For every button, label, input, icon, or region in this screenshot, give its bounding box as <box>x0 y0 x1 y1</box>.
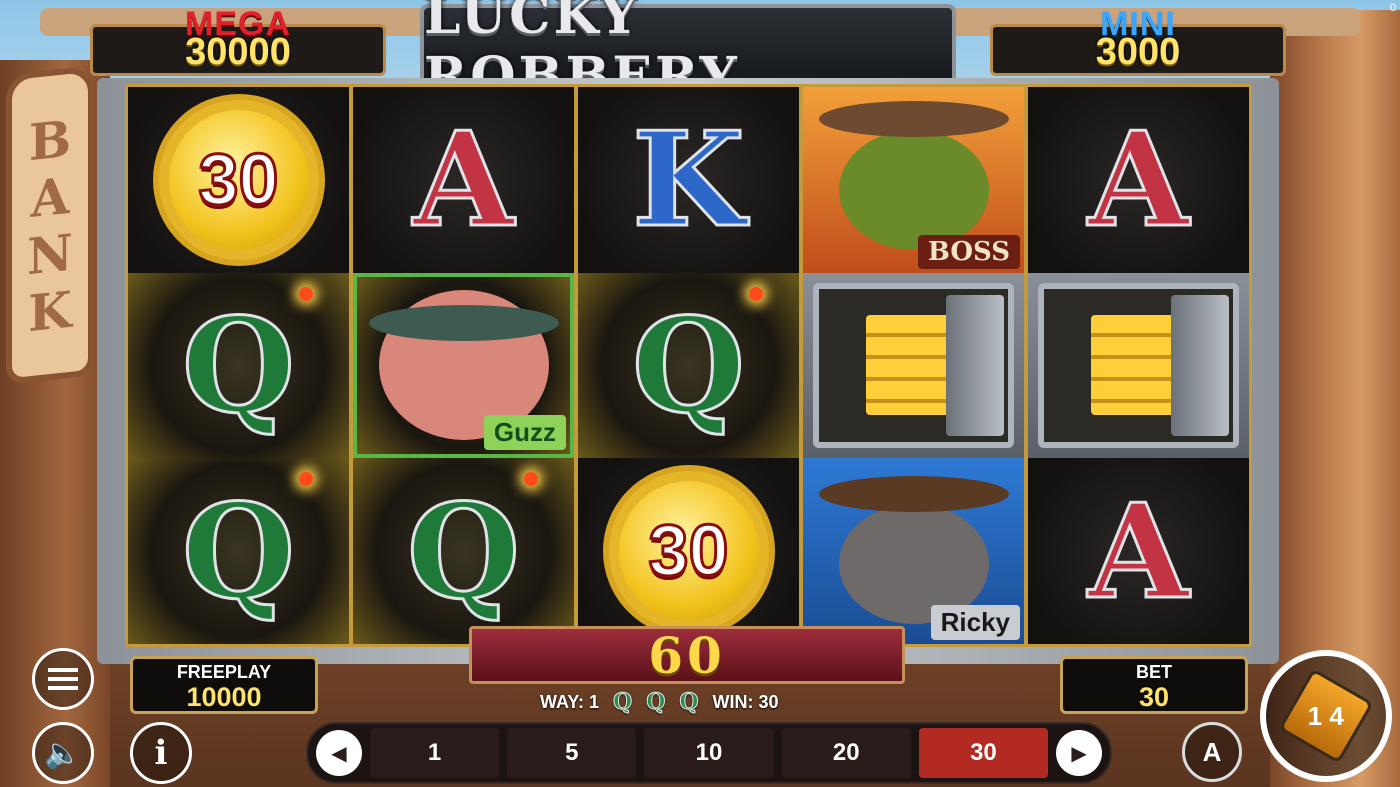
mini-jackpot: MINI 3000 <box>990 5 1286 76</box>
bet-next-button[interactable]: ▶ <box>1056 730 1103 776</box>
freeplay-label: FREEPLAY <box>176 662 272 682</box>
coin-icon: 30 <box>602 465 775 638</box>
bet-selector: ◀ 1 5 10 20 30 ▶ <box>306 722 1112 784</box>
symbol-letter: A <box>412 102 516 258</box>
coin-value: 30 <box>197 138 280 221</box>
win-symbol-q-icon: Q <box>646 689 666 716</box>
win-symbol-q-icon: Q <box>679 689 699 716</box>
symbol-q: Q <box>128 272 349 459</box>
bet-option[interactable]: 1 <box>370 728 500 778</box>
freeplay-balance: FREEPLAY 10000 <box>130 656 318 714</box>
character-face-icon <box>838 129 989 250</box>
info-icon: i <box>154 733 168 773</box>
vault-door-icon <box>946 294 1004 437</box>
mini-jackpot-value: 3000 <box>1095 31 1181 73</box>
spin-button[interactable]: 1 4 <box>1260 650 1392 782</box>
cowboy-hat-icon <box>818 476 1009 513</box>
bomb-fuse-icon <box>749 286 763 301</box>
corner-counter: 0 <box>1389 2 1396 14</box>
symbol-q: Q <box>353 458 574 644</box>
hamburger-menu-icon <box>48 668 78 690</box>
character-symbol-ricky: Ricky <box>803 458 1024 644</box>
cowboy-hat-icon <box>818 101 1009 137</box>
bet-option[interactable]: 30 <box>918 728 1049 778</box>
symbol-letter: A <box>1087 473 1191 629</box>
vault-symbol <box>803 272 1024 459</box>
symbol-q: Q <box>578 272 799 459</box>
symbol-k: K <box>578 87 799 273</box>
character-name: Guzz <box>483 415 566 451</box>
symbol-q: Q <box>128 458 349 644</box>
symbol-a: A <box>1028 458 1249 644</box>
info-button[interactable]: i <box>130 722 192 784</box>
coin-value: 30 <box>647 510 730 593</box>
cowboy-hat-icon <box>368 304 559 341</box>
bomb-fuse-icon <box>299 472 313 487</box>
character-portrait: Guzz <box>357 277 570 455</box>
spin-dice-label: 1 4 <box>1307 700 1345 731</box>
bet-option[interactable]: 20 <box>781 728 911 778</box>
symbol-letter: Q <box>405 473 521 629</box>
character-symbol-boss: BOSS <box>803 87 1024 273</box>
freeplay-value: 10000 <box>186 682 262 712</box>
character-name: Ricky <box>930 605 1020 640</box>
reel-grid: 30 Q Q A Guzz Q K Q 30 BOSS Ricky A A <box>125 84 1252 647</box>
way-label: WAY: 1 <box>540 691 600 712</box>
bet-display: BET 30 <box>1060 656 1248 714</box>
coin-icon: 30 <box>152 93 325 266</box>
win-label: WIN: 30 <box>712 691 779 712</box>
bet-option[interactable]: 5 <box>507 728 637 778</box>
symbol-a: A <box>353 87 574 273</box>
reel-column: BOSS Ricky <box>803 87 1024 644</box>
vault-door-icon <box>1171 294 1229 437</box>
win-symbol-q-icon: Q <box>613 689 633 716</box>
autoplay-icon: A <box>1202 736 1222 767</box>
symbol-letter: Q <box>180 287 296 443</box>
symbol-letter: Q <box>630 287 746 443</box>
bank-sign-text: BANK <box>20 107 80 343</box>
symbol-letter: K <box>631 102 747 258</box>
character-portrait: BOSS <box>803 87 1024 273</box>
autoplay-button[interactable]: A <box>1182 722 1242 782</box>
chevron-right-icon: ▶ <box>1071 742 1087 765</box>
coin-symbol: 30 <box>578 458 799 644</box>
vault-symbol <box>1028 272 1249 459</box>
win-line-info: WAY: 1 Q Q Q WIN: 30 <box>540 689 880 716</box>
speaker-icon: 🔈 <box>44 736 82 770</box>
win-amount: 60 <box>648 625 726 685</box>
spin-dice-icon: 1 4 <box>1278 668 1374 764</box>
bet-prev-button[interactable]: ◀ <box>316 730 362 776</box>
symbol-letter: A <box>1087 102 1191 258</box>
bet-label: BET <box>1136 662 1172 682</box>
symbol-letter: Q <box>180 473 296 629</box>
game-logo: LUCKY ROBBERY <box>420 0 956 107</box>
vault-icon <box>1038 282 1239 449</box>
reel-column: 30 Q Q <box>128 87 349 644</box>
bank-sign: BANK <box>6 65 94 385</box>
sound-button[interactable]: 🔈 <box>32 722 94 784</box>
menu-button[interactable] <box>32 648 94 710</box>
reel-column: K Q 30 <box>578 87 799 644</box>
coin-symbol: 30 <box>128 87 349 273</box>
reel-column: AA <box>1028 87 1249 644</box>
mega-jackpot: MEGA 30000 <box>90 5 386 76</box>
reel-column: A Guzz Q <box>353 87 574 644</box>
character-portrait: Ricky <box>803 458 1024 644</box>
character-name: BOSS <box>917 234 1020 269</box>
character-symbol-guzz: Guzz <box>353 272 574 459</box>
bomb-fuse-icon <box>299 286 313 301</box>
mega-jackpot-value: 30000 <box>185 31 291 73</box>
symbol-a: A <box>1028 87 1249 273</box>
vault-icon <box>813 282 1014 449</box>
chevron-left-icon: ◀ <box>331 742 347 765</box>
win-amount-banner: 60 <box>469 625 905 685</box>
bomb-fuse-icon <box>524 472 538 487</box>
bet-value: 30 <box>1138 682 1170 712</box>
bet-option[interactable]: 10 <box>644 728 774 778</box>
